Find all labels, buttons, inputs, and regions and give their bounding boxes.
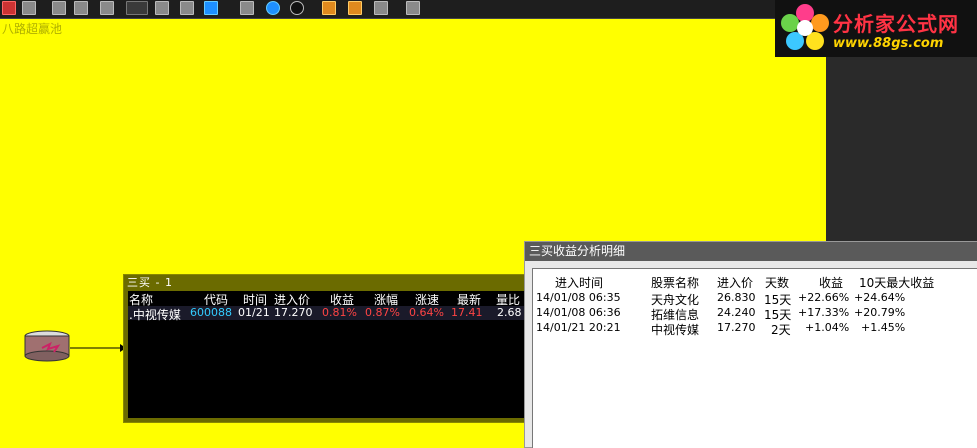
tool-icon[interactable] [406,1,420,15]
entry-price: 17.270 [717,321,756,334]
max-profit-value: +20.79% [854,306,906,319]
ball-icon[interactable] [290,1,304,15]
tool-icon[interactable] [155,1,169,15]
profit-detail-window[interactable]: 三买收益分析明细 进入时间 股票名称 进入价 天数 收益 10天最大收益 14/… [524,241,977,448]
change-value: 0.87% [365,306,400,319]
column-header[interactable]: 进入价 [717,274,753,291]
profit-value: +1.04% [805,321,850,334]
column-header[interactable]: 天数 [765,274,789,291]
entry-time: 01/21 [238,306,270,319]
max-profit-value: +24.64% [854,291,906,304]
stock-name: .中视传媒 [129,308,181,322]
detail-window-title[interactable]: 三买收益分析明细 [525,242,977,261]
buy-table: 名称 代码 时间 进入价 收益 涨幅 涨速 最新 量比 .中视传媒 600088… [128,291,530,418]
tool-icon[interactable] [74,1,88,15]
profit-value: 0.81% [322,306,357,319]
site-logo: 分析家公式网 www.88gs.com [775,0,977,57]
column-header[interactable]: 进入时间 [555,274,603,291]
entry-price: 17.270 [274,306,313,319]
logo-url: www.88gs.com [833,36,944,51]
tool-icon[interactable] [348,1,362,15]
entry-price: 24.240 [717,306,756,319]
latest-price: 17.41 [451,306,483,319]
profit-value: +17.33% [798,306,850,319]
column-header[interactable]: 股票名称 [651,274,699,291]
volume-ratio: 2.68 [497,306,522,319]
globe-icon[interactable] [266,1,280,15]
detail-list[interactable]: 进入时间 股票名称 进入价 天数 收益 10天最大收益 14/01/08 06:… [532,268,977,448]
stock-name: 中视传媒 [651,323,700,337]
profit-value: +22.66% [798,291,850,304]
entry-time: 14/01/08 06:36 [536,306,621,319]
tool-icon[interactable] [52,1,66,15]
tool-icon[interactable] [180,1,194,15]
tool-icon[interactable] [374,1,388,15]
canvas-title: 八路超赢池 [2,22,63,36]
column-header[interactable]: 10天最大收益 [859,274,934,291]
tool-icon[interactable] [2,1,16,15]
buy-signal-window[interactable]: 三买 - 1 名称 代码 时间 进入价 收益 涨幅 涨速 最新 量比 .中视传媒… [123,274,535,423]
tool-icon[interactable] [240,1,254,15]
flow-arrow-icon [70,344,126,352]
flower-logo-icon [781,4,829,50]
tool-icon[interactable] [322,1,336,15]
buy-window-title[interactable]: 三买 - 1 [124,275,537,291]
max-profit-value: +1.45% [861,321,906,334]
tool-icon[interactable] [22,1,36,15]
pool-node-icon[interactable] [22,330,72,362]
tool-icon[interactable] [100,1,114,15]
speed-value: 0.64% [409,306,444,319]
logo-name: 分析家公式网 [833,12,959,36]
column-header[interactable]: 收益 [819,274,843,291]
entry-time: 14/01/08 06:35 [536,291,621,304]
tool-icon[interactable] [204,1,218,15]
stock-code: 600088 [190,306,232,319]
entry-price: 26.830 [717,291,756,304]
days-held: 2天 [771,323,791,337]
entry-time: 14/01/21 20:21 [536,321,621,334]
select-tool-icon[interactable] [126,1,148,15]
